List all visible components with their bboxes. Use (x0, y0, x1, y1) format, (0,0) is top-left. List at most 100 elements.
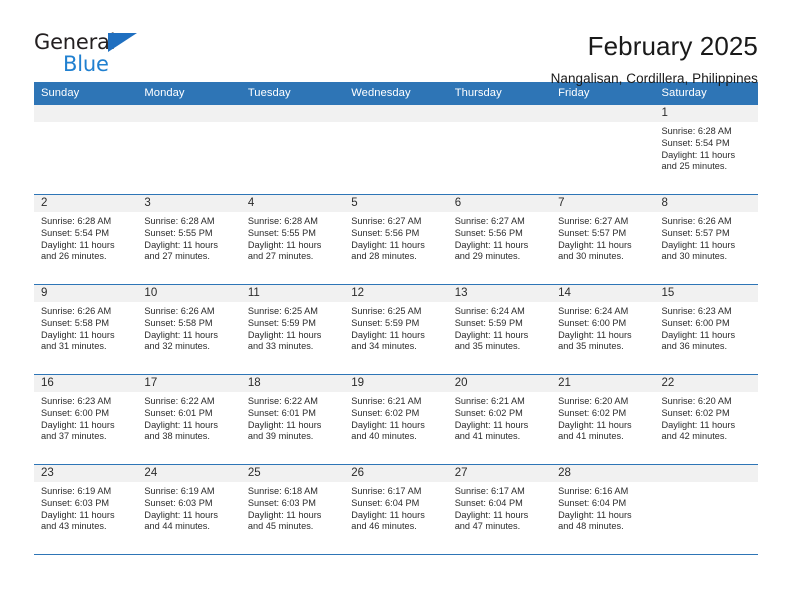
daylight-text: Daylight: 11 hours and 27 minutes. (247, 239, 322, 262)
daylight-text: Daylight: 11 hours and 26 minutes. (41, 239, 115, 262)
day-number-band (137, 105, 241, 123)
sunset-text: Sunset: 5:55 PM (247, 228, 316, 239)
calendar-day-cell[interactable]: 18 Sunrise: 6:22 AM Sunset: 6:01 PM Dayligh… (240, 375, 345, 465)
calendar-day-cell[interactable]: 2 Sunrise: 6:28 AM Sunset: 5:54 PM Daylight… (34, 195, 138, 285)
calendar-day-cell[interactable]: 13 Sunrise: 6:24 AM Sunset: 5:59 PM Dayligh… (447, 285, 552, 375)
calendar-day-cell[interactable]: 16 Sunrise: 6:23 AM Sunset: 6:00 PM Dayligh… (34, 375, 138, 465)
day-number: 22 (661, 377, 675, 390)
day-number-band: 12 (344, 285, 448, 303)
sunrise-text: Sunrise: 6:21 AM (454, 396, 525, 407)
calendar-day-cell[interactable]: 10 Sunrise: 6:26 AM Sunset: 5:58 PM Dayligh… (137, 285, 241, 375)
logo-word-general: General (34, 30, 116, 54)
calendar-day-cell[interactable]: 11 Sunrise: 6:25 AM Sunset: 5:59 PM Dayligh… (240, 285, 345, 375)
sunrise-text: Sunrise: 6:26 AM (41, 306, 112, 317)
sunset-text: Sunset: 5:59 PM (351, 318, 420, 329)
day-number-band: 18 (240, 375, 345, 393)
calendar-day-cell[interactable]: 26 Sunrise: 6:17 AM Sunset: 6:04 PM Dayligh… (344, 465, 448, 555)
sunset-text: Sunset: 6:04 PM (558, 498, 627, 509)
sunrise-text: Sunrise: 6:23 AM (661, 306, 732, 317)
day-number: 16 (41, 377, 54, 390)
sunset-text: Sunset: 5:54 PM (661, 138, 730, 149)
calendar-day-cell[interactable]: 7 Sunrise: 6:27 AM Sunset: 5:57 PM Daylight… (551, 195, 655, 285)
sunrise-text: Sunrise: 6:18 AM (247, 486, 318, 497)
weekday-header-sunday: Sunday (41, 87, 80, 99)
day-number-band: 24 (137, 465, 241, 483)
calendar-day-cell[interactable]: 9 Sunrise: 6:26 AM Sunset: 5:58 PM Daylight… (34, 285, 138, 375)
day-details: Sunrise: 6:25 AM Sunset: 5:59 PM Daylight:… (241, 302, 344, 352)
sunset-text: Sunset: 6:02 PM (351, 408, 420, 419)
day-details: Sunrise: 6:21 AM Sunset: 6:02 PM Daylight:… (344, 392, 447, 442)
day-number: 25 (247, 467, 261, 480)
calendar-day-cell[interactable]: 12 Sunrise: 6:25 AM Sunset: 5:59 PM Dayligh… (344, 285, 448, 375)
day-number-band: 15 (654, 285, 758, 303)
sunset-text: Sunset: 6:01 PM (247, 408, 316, 419)
daylight-text: Daylight: 11 hours and 36 minutes. (661, 329, 736, 352)
day-number-band: 21 (551, 375, 655, 393)
sunrise-text: Sunrise: 6:19 AM (41, 486, 112, 497)
calendar-day-cell[interactable]: 23 Sunrise: 6:19 AM Sunset: 6:03 PM Dayligh… (34, 465, 138, 555)
sunset-text: Sunset: 6:01 PM (144, 408, 213, 419)
sunrise-text: Sunrise: 6:25 AM (247, 306, 318, 317)
daylight-text: Daylight: 11 hours and 35 minutes. (454, 329, 529, 352)
calendar-day-cell[interactable]: 21 Sunrise: 6:20 AM Sunset: 6:02 PM Dayligh… (551, 375, 655, 465)
calendar-grid: Sunday Monday Tuesday Wednesday Thursday Frid… (34, 82, 758, 556)
day-details: Sunrise: 6:23 AM Sunset: 6:00 PM Daylight:… (655, 302, 758, 352)
calendar-day-cell[interactable]: 24 Sunrise: 6:19 AM Sunset: 6:03 PM Dayligh… (137, 465, 241, 555)
day-details: Sunrise: 6:16 AM Sunset: 6:04 PM Daylight:… (551, 482, 654, 532)
calendar-week-row: 2 Sunrise: 6:28 AM Sunset: 5:54 PM Daylight… (34, 195, 758, 286)
sunrise-text: Sunrise: 6:23 AM (41, 396, 112, 407)
calendar-day-cell[interactable]: 3 Sunrise: 6:28 AM Sunset: 5:55 PM Daylight… (137, 195, 241, 285)
calendar-day-cell[interactable]: 27 Sunrise: 6:17 AM Sunset: 6:04 PM Dayligh… (447, 465, 552, 555)
day-details: Sunrise: 6:19 AM Sunset: 6:03 PM Daylight:… (137, 482, 240, 532)
day-number-band: 28 (551, 465, 655, 483)
calendar-page: General Blue February 2025 Nangalisan, C… (0, 0, 792, 612)
sunset-text: Sunset: 5:59 PM (454, 318, 523, 329)
day-number: 9 (41, 287, 48, 300)
sunrise-text: Sunrise: 6:21 AM (351, 396, 422, 407)
calendar-day-cell[interactable]: 8 Sunrise: 6:26 AM Sunset: 5:57 PM Daylight… (654, 195, 758, 285)
calendar-day-cell[interactable]: 6 Sunrise: 6:27 AM Sunset: 5:56 PM Daylight… (447, 195, 552, 285)
day-details: Sunrise: 6:26 AM Sunset: 5:58 PM Daylight:… (34, 302, 137, 352)
day-number-band (344, 105, 448, 123)
calendar-day-cell-empty (551, 105, 655, 195)
sunset-text: Sunset: 6:04 PM (351, 498, 420, 509)
sunrise-text: Sunrise: 6:17 AM (454, 486, 525, 497)
calendar-day-cell[interactable]: 4 Sunrise: 6:28 AM Sunset: 5:55 PM Daylight… (240, 195, 345, 285)
day-details: Sunrise: 6:17 AM Sunset: 6:04 PM Daylight:… (448, 482, 551, 532)
sunrise-text: Sunrise: 6:17 AM (351, 486, 422, 497)
daylight-text: Daylight: 11 hours and 34 minutes. (351, 329, 425, 352)
calendar-day-cell[interactable]: 28 Sunrise: 6:16 AM Sunset: 6:04 PM Dayligh… (551, 465, 655, 555)
daylight-text: Daylight: 11 hours and 38 minutes. (144, 419, 218, 442)
sunset-text: Sunset: 6:03 PM (247, 498, 316, 509)
day-number: 12 (351, 287, 365, 300)
weekday-header-wednesday: Wednesday (351, 87, 411, 99)
sunrise-text: Sunrise: 6:25 AM (351, 306, 422, 317)
sunset-text: Sunset: 6:00 PM (661, 318, 730, 329)
calendar-day-cell[interactable]: 19 Sunrise: 6:21 AM Sunset: 6:02 PM Dayligh… (344, 375, 448, 465)
day-details: Sunrise: 6:26 AM Sunset: 5:58 PM Daylight:… (137, 302, 240, 352)
day-number-band: 2 (34, 195, 138, 213)
calendar-day-cell[interactable]: 22 Sunrise: 6:20 AM Sunset: 6:02 PM Dayligh… (654, 375, 758, 465)
calendar-day-cell[interactable]: 1 Sunrise: 6:28 AM Sunset: 5:54 PM Daylight… (654, 105, 758, 195)
calendar-day-cell[interactable]: 5 Sunrise: 6:27 AM Sunset: 5:56 PM Daylight… (344, 195, 448, 285)
calendar-day-cell[interactable]: 25 Sunrise: 6:18 AM Sunset: 6:03 PM Dayligh… (240, 465, 345, 555)
calendar-day-cell[interactable]: 14 Sunrise: 6:24 AM Sunset: 6:00 PM Dayligh… (551, 285, 655, 375)
daylight-text: Daylight: 11 hours and 25 minutes. (661, 149, 736, 172)
day-number-band (447, 105, 552, 123)
day-number-band: 27 (447, 465, 552, 483)
day-number: 14 (558, 287, 571, 300)
day-number-band (34, 105, 138, 123)
day-number-band: 14 (551, 285, 655, 303)
general-blue-logo: General Blue (34, 30, 154, 78)
day-number: 7 (558, 197, 565, 210)
day-details: Sunrise: 6:20 AM Sunset: 6:02 PM Daylight:… (551, 392, 654, 442)
sunset-text: Sunset: 6:03 PM (41, 498, 110, 509)
weekday-header-monday: Monday (144, 87, 185, 99)
day-number: 4 (247, 197, 255, 210)
calendar-day-cell[interactable]: 15 Sunrise: 6:23 AM Sunset: 6:00 PM Dayligh… (654, 285, 758, 375)
sunrise-text: Sunrise: 6:27 AM (454, 216, 525, 227)
calendar-week-row: 23 Sunrise: 6:19 AM Sunset: 6:03 PM Dayligh… (34, 465, 758, 556)
calendar-day-cell[interactable]: 20 Sunrise: 6:21 AM Sunset: 6:02 PM Dayligh… (447, 375, 552, 465)
day-number: 17 (144, 377, 158, 390)
calendar-day-cell[interactable]: 17 Sunrise: 6:22 AM Sunset: 6:01 PM Dayligh… (137, 375, 241, 465)
